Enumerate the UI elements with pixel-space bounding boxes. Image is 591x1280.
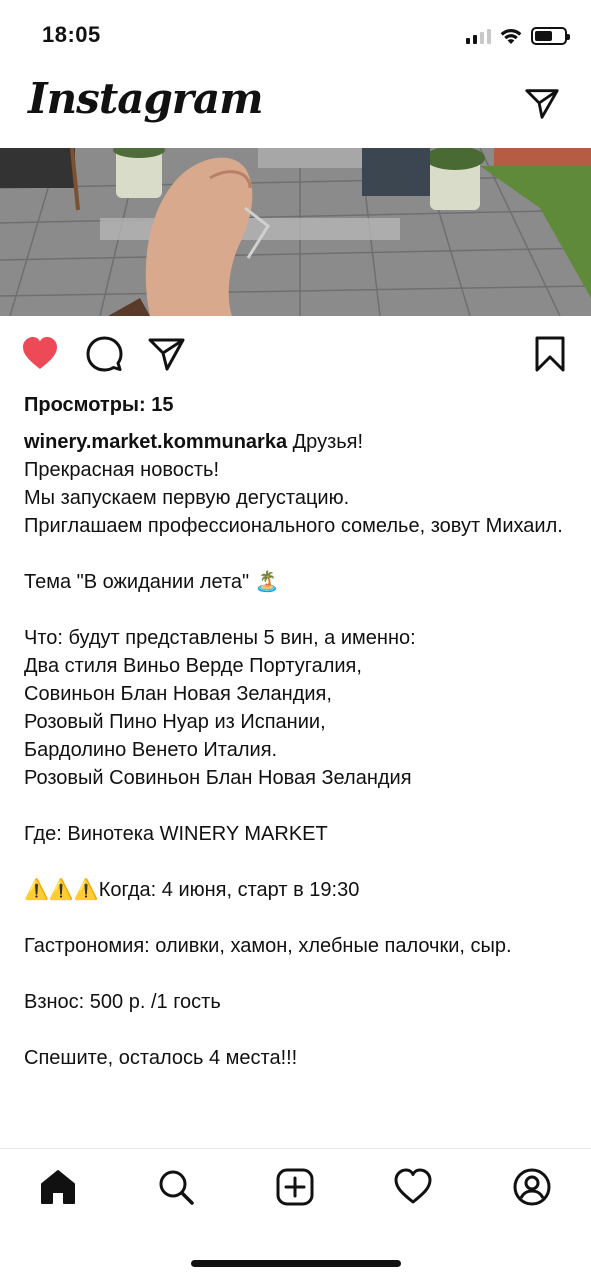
profile-icon bbox=[513, 1168, 551, 1206]
caption-line: Взнос: 500 р. /1 гость bbox=[24, 991, 221, 1013]
bottom-navigation bbox=[0, 1148, 591, 1228]
home-icon bbox=[41, 1170, 75, 1204]
caption-body: Прекрасная новость! Мы запускаем первую д… bbox=[24, 456, 569, 1072]
share-button[interactable] bbox=[146, 334, 186, 374]
heart-filled-icon bbox=[23, 337, 57, 369]
search-icon bbox=[159, 1170, 194, 1205]
caption-line: Что: будут представлены 5 вин, а именно: bbox=[24, 627, 416, 649]
caption-username[interactable]: winery.market.kommunarka bbox=[24, 431, 287, 453]
caption-line: Совиньон Блан Новая Зеландия, bbox=[24, 683, 332, 705]
comment-bubble-icon bbox=[86, 336, 123, 372]
nav-activity[interactable] bbox=[393, 1167, 433, 1207]
post-actions bbox=[0, 334, 591, 374]
caption-line: Прекрасная новость! bbox=[24, 459, 219, 481]
caption-line: Где: Винотека WINERY MARKET bbox=[24, 823, 328, 845]
direct-messages-button[interactable] bbox=[523, 84, 561, 122]
app-header: Instagram bbox=[0, 68, 591, 148]
caption-line: Мы запускаем первую дегустацию. bbox=[24, 487, 350, 509]
post-media[interactable] bbox=[0, 148, 591, 316]
new-post-icon bbox=[276, 1168, 314, 1206]
caption-line: Два стиля Виньо Верде Португалия, bbox=[24, 655, 362, 677]
instagram-logo[interactable]: Instagram bbox=[28, 74, 264, 123]
caption-line: Розовый Совиньон Блан Новая Зеландия bbox=[24, 767, 412, 789]
post-caption: winery.market.kommunarka Друзья! Прекрас… bbox=[24, 428, 569, 1072]
nav-search[interactable] bbox=[156, 1167, 196, 1207]
caption-line: Розовый Пино Нуар из Испании, bbox=[24, 711, 326, 733]
nav-profile[interactable] bbox=[512, 1167, 552, 1207]
like-button[interactable] bbox=[20, 334, 60, 374]
views-count: Просмотры: 15 bbox=[24, 394, 174, 416]
caption-text: Друзья! bbox=[287, 431, 364, 453]
status-icons bbox=[466, 24, 570, 48]
caption-line: ⚠️⚠️⚠️Когда: 4 июня, старт в 19:30 bbox=[24, 879, 360, 901]
status-time: 18:05 bbox=[42, 22, 101, 47]
caption-line: Тема "В ожидании лета" 🏝️ bbox=[24, 571, 280, 593]
status-bar: 18:05 bbox=[0, 0, 591, 68]
activity-heart-icon bbox=[394, 1168, 432, 1204]
bookmark-icon bbox=[535, 336, 565, 372]
caption-line: Бардолино Венето Италия. bbox=[24, 739, 278, 761]
paper-plane-icon bbox=[525, 89, 559, 119]
paper-plane-icon bbox=[148, 338, 185, 371]
caption-line: Приглашаем профессионального сомелье, зо… bbox=[24, 515, 563, 537]
comment-button[interactable] bbox=[84, 334, 124, 374]
battery-icon bbox=[531, 27, 570, 45]
nav-new-post[interactable] bbox=[275, 1167, 315, 1207]
caption-line: Спешите, осталось 4 места!!! bbox=[24, 1047, 298, 1069]
home-indicator[interactable] bbox=[191, 1260, 401, 1267]
caption-first-line: winery.market.kommunarka Друзья! bbox=[24, 428, 569, 456]
caption-line: Гастрономия: оливки, хамон, хлебные пало… bbox=[24, 935, 512, 957]
post-video-frame bbox=[0, 148, 591, 316]
cellular-signal-icon bbox=[466, 28, 491, 44]
nav-home[interactable] bbox=[38, 1167, 78, 1207]
wifi-icon bbox=[500, 29, 522, 44]
save-button[interactable] bbox=[530, 334, 570, 374]
